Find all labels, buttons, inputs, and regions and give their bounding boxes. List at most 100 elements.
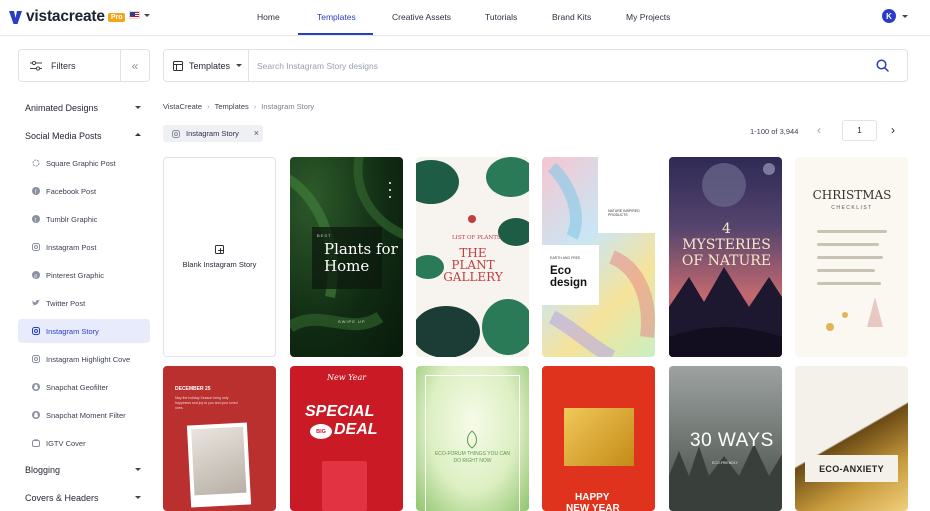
double-chevron-left-icon: « <box>131 58 139 73</box>
template-card-christmas-checklist[interactable]: CHRISTMAS CHECKLIST <box>795 157 908 357</box>
template-card-happy-new-year[interactable]: HAPPY NEW YEAR <box>542 366 655 511</box>
card-title: Plants for Home <box>324 240 398 275</box>
vistacreate-logo-icon <box>9 10 22 24</box>
template-card-new-year-special-deal[interactable]: New Year SPECIAL BIG DEAL <box>290 366 403 511</box>
logo-text: vistacreate <box>26 8 105 25</box>
snapchat-icon <box>32 411 40 419</box>
search-input[interactable] <box>257 56 857 75</box>
nav-creative-assets[interactable]: Creative Assets <box>392 12 451 22</box>
page-number-input[interactable] <box>842 120 877 141</box>
leaf-icon <box>467 430 477 449</box>
top-header: vistacreate Pro Home Templates Creative … <box>0 0 930 36</box>
search-bar: Templates <box>163 49 908 82</box>
card-title: SPECIAL <box>305 403 375 420</box>
card-label: New Year <box>327 373 367 382</box>
language-selector[interactable] <box>129 11 150 19</box>
breadcrumb-templates[interactable]: Templates <box>215 102 249 111</box>
sidebar-item-instagram-story[interactable]: Instagram Story <box>18 319 150 343</box>
user-avatar[interactable]: K <box>882 9 896 23</box>
account-chevron-down-icon[interactable] <box>902 15 908 18</box>
filters-label: Filters <box>51 60 76 71</box>
section-blogging[interactable]: Blogging <box>25 465 60 475</box>
chevron-down-icon[interactable] <box>135 106 141 109</box>
section-social-media-posts[interactable]: Social Media Posts <box>25 131 102 141</box>
chevron-up-icon[interactable] <box>135 133 141 136</box>
templates-icon <box>173 60 183 71</box>
filter-chip-label: Instagram Story <box>186 129 239 138</box>
breadcrumb-current: Instagram Story <box>261 102 315 111</box>
chevron-right-icon: › <box>207 102 210 111</box>
card-label: SWIPE UP <box>338 319 366 324</box>
sidebar-item-label: IGTV Cover <box>46 438 86 448</box>
close-icon[interactable]: × <box>254 128 259 138</box>
facebook-icon: f <box>32 187 40 195</box>
svg-text:p: p <box>34 274 37 280</box>
nav-my-projects[interactable]: My Projects <box>626 12 670 22</box>
search-icon[interactable] <box>876 59 889 72</box>
filters-button[interactable]: Filters <box>18 49 121 82</box>
polaroid-photo <box>186 422 252 508</box>
card-title: DECEMBER 25 <box>175 386 211 392</box>
nav-brand-kits[interactable]: Brand Kits <box>552 12 591 22</box>
chevron-right-icon: › <box>253 102 257 111</box>
section-covers-headers[interactable]: Covers & Headers <box>25 493 99 503</box>
sidebar-item-label: Snapchat Geofilter <box>46 382 109 392</box>
filters-icon <box>30 60 42 71</box>
collapse-sidebar-button[interactable]: « <box>121 49 150 82</box>
card-title: ECO-ANXIETY <box>805 455 898 482</box>
template-card-eco-design[interactable]: NATURE INSPIRED PRODUCTS EARTH AND FREE … <box>542 157 655 357</box>
sidebar-item-label: Instagram Highlight Cove <box>46 354 131 364</box>
breadcrumb-vistacreate[interactable]: VistaCreate <box>163 102 202 111</box>
card-title: 4 MYSTERIES OF NATURE <box>681 221 772 269</box>
sidebar-item-snapchat-geofilter[interactable]: Snapchat Geofilter <box>18 375 150 399</box>
chevron-down-icon <box>236 64 243 67</box>
sidebar-item-facebook-post[interactable]: f Facebook Post <box>18 179 150 203</box>
previous-page-chevron-icon[interactable]: ‹ <box>817 123 821 137</box>
us-flag-icon <box>129 11 140 19</box>
sidebar-item-instagram-post[interactable]: Instagram Post <box>18 235 150 259</box>
template-card-mysteries-of-nature[interactable]: 4 MYSTERIES OF NATURE <box>669 157 782 357</box>
template-card-december-25[interactable]: DECEMBER 25 May the holiday Season bring… <box>163 366 276 511</box>
more-dots-icon <box>389 182 391 198</box>
pinterest-icon: p <box>32 271 40 279</box>
breadcrumb: VistaCreate › Templates › Instagram Stor… <box>163 102 314 111</box>
card-title: THE PLANT GALLERY <box>443 246 503 284</box>
card-label: ECO-FRIENDLY <box>712 461 738 465</box>
next-page-chevron-icon[interactable]: › <box>891 123 895 137</box>
nav-tutorials[interactable]: Tutorials <box>485 12 517 22</box>
sidebar-item-label: Snapchat Moment Filter <box>46 410 126 420</box>
instagram-icon <box>32 355 40 363</box>
template-card-plants-for-home[interactable]: BEST Plants for Home SWIPE UP <box>290 157 403 357</box>
vistacreate-logo[interactable]: vistacreate Pro <box>9 8 126 26</box>
search-category-select[interactable]: Templates <box>164 50 249 81</box>
active-tab-indicator <box>298 33 373 35</box>
sidebar-item-instagram-highlight-cover[interactable]: Instagram Highlight Cove <box>18 347 150 371</box>
card-title: 30 WAYS <box>690 430 774 451</box>
christmas-tree-illustration <box>826 297 883 331</box>
template-card-30-ways[interactable]: 30 WAYS ECO-FRIENDLY <box>669 366 782 511</box>
nav-home[interactable]: Home <box>257 12 280 22</box>
section-animated-designs[interactable]: Animated Designs <box>25 103 98 113</box>
template-card-plant-gallery[interactable]: LIST OF PLANTS THE PLANT GALLERY <box>416 157 529 357</box>
card-title: HAPPY <box>575 492 610 503</box>
sidebar-item-igtv-cover[interactable]: IGTV Cover <box>18 431 150 455</box>
chevron-down-icon[interactable] <box>135 468 141 471</box>
template-card-eco-anxiety[interactable]: ECO-ANXIETY <box>795 366 908 511</box>
sidebar-item-twitter-post[interactable]: Twitter Post <box>18 291 150 315</box>
sidebar-item-pinterest-graphic[interactable]: p Pinterest Graphic <box>18 263 150 287</box>
tumblr-icon: t <box>32 215 40 223</box>
sidebar-item-label: Instagram Post <box>46 242 97 252</box>
card-title: Eco design <box>550 265 588 289</box>
sidebar-item-label: Facebook Post <box>46 186 97 196</box>
sidebar-item-square-graphic-post[interactable]: Square Graphic Post <box>18 151 150 175</box>
instagram-icon <box>32 327 40 335</box>
nav-templates[interactable]: Templates <box>317 12 356 22</box>
template-card-eco-forum[interactable]: ECO-FORUM THINGS YOU CAN DO RIGHT NOW <box>416 366 529 511</box>
sidebar-item-tumblr-graphic[interactable]: t Tumblr Graphic <box>18 207 150 231</box>
blank-card-label: Blank Instagram Story <box>182 260 257 269</box>
sidebar-item-snapchat-moment-filter[interactable]: Snapchat Moment Filter <box>18 403 150 427</box>
chevron-down-icon[interactable] <box>135 496 141 499</box>
sidebar-item-label: Pinterest Graphic <box>46 270 104 280</box>
blank-instagram-story-card[interactable]: Blank Instagram Story <box>163 157 276 357</box>
snapchat-icon <box>32 383 40 391</box>
